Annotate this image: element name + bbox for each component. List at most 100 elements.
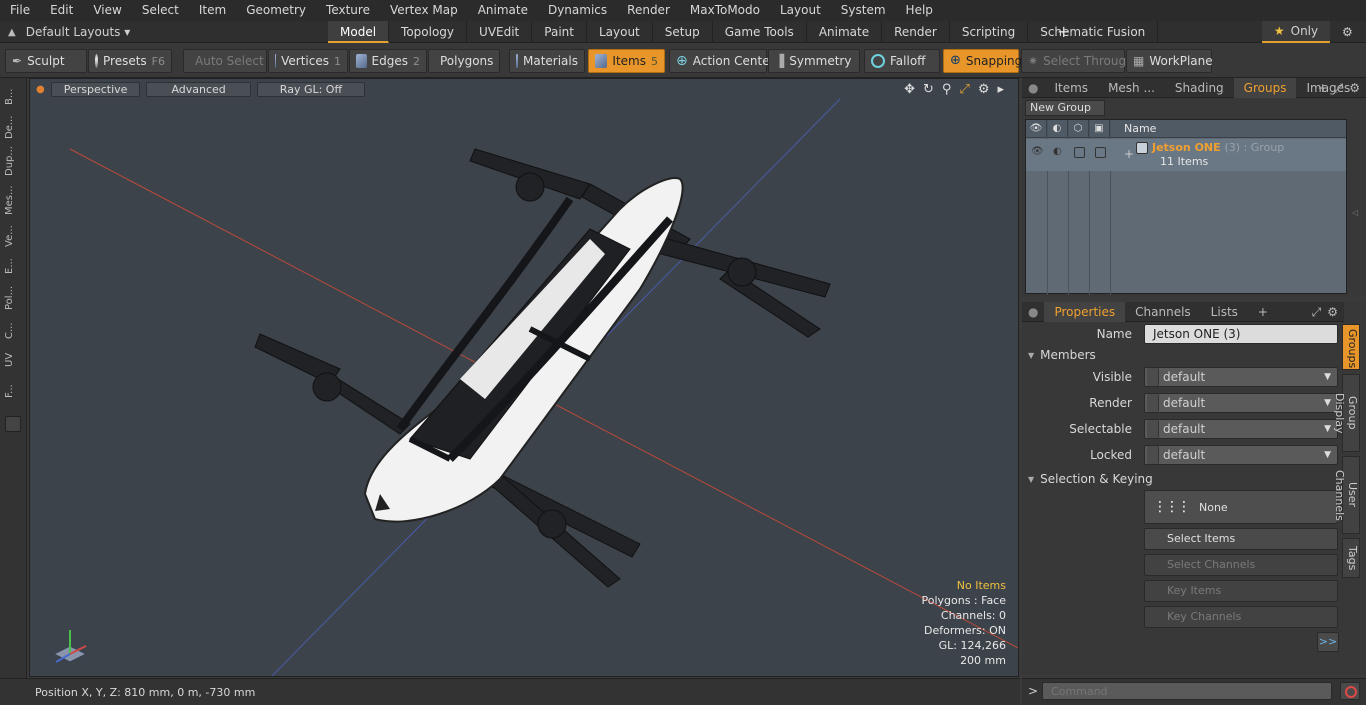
none-button[interactable]: ⋮⋮⋮ None (1144, 490, 1338, 524)
tab-topology[interactable]: Topology (389, 21, 468, 43)
gear-icon[interactable]: ⚙ (1342, 21, 1353, 43)
vtab-user-channels[interactable]: User Channels (1333, 456, 1360, 534)
strip-tab-basic[interactable]: B... (4, 84, 22, 110)
3d-viewport[interactable]: ● Perspective Advanced Ray GL: Off ✥ ↻ ⚲… (29, 78, 1019, 677)
strip-tab-deform[interactable]: De... (4, 112, 22, 142)
menu-system[interactable]: System (831, 0, 896, 21)
tab-game-tools[interactable]: Game Tools (713, 21, 807, 43)
symmetry-button[interactable]: ▐ Symmetry (768, 49, 860, 73)
props-expand-icon[interactable]: ⤢ (1312, 302, 1322, 322)
tab-mesh[interactable]: Mesh ... (1098, 78, 1165, 98)
menu-file[interactable]: File (0, 0, 40, 21)
selection-keying-section[interactable]: ▼ Selection & Keying (1028, 472, 1153, 486)
members-section[interactable]: ▼ Members (1028, 348, 1096, 362)
tab-schematic-fusion[interactable]: Schematic Fusion (1028, 21, 1159, 43)
view-mode-button[interactable]: Perspective (50, 81, 141, 97)
props-gear-icon[interactable]: ⚙ (1327, 302, 1338, 322)
tab-render[interactable]: Render (882, 21, 950, 43)
key-channels-button[interactable]: Key Channels (1144, 606, 1338, 628)
select-items-button[interactable]: Select Items (1144, 528, 1338, 550)
tab-paint[interactable]: Paint (532, 21, 587, 43)
auto-select-button[interactable]: Auto Select (183, 49, 267, 73)
snapping-button[interactable]: ⊕ Snapping (943, 49, 1022, 73)
workplane-button[interactable]: ▦ WorkPlane (1126, 49, 1213, 73)
vtab-group-display[interactable]: Group Display (1333, 374, 1360, 452)
viewport-gear-icon[interactable]: ⚙ (978, 82, 990, 97)
tab-lists[interactable]: Lists (1201, 302, 1248, 322)
scroll-handle-icon[interactable]: ◁ (1352, 208, 1358, 217)
add-tab-button[interactable]: + (1057, 21, 1070, 43)
row-render-icon[interactable]: ◐ (1053, 146, 1062, 157)
only-button[interactable]: ★ Only (1262, 21, 1330, 43)
raygl-button[interactable]: Ray GL: Off (256, 81, 366, 97)
command-arrow-icon[interactable]: > (1028, 684, 1038, 698)
vtab-tags[interactable]: Tags (1342, 538, 1360, 578)
tab-properties[interactable]: Properties (1044, 301, 1126, 322)
add-tab-icon[interactable]: + (1318, 78, 1328, 98)
strip-tab-fusion[interactable]: F... (4, 376, 22, 406)
menu-edit[interactable]: Edit (40, 0, 83, 21)
falloff-button[interactable]: Falloff (864, 49, 940, 73)
props-add-tab-icon[interactable]: + (1248, 302, 1278, 322)
viewport-expand-icon[interactable]: ▸ (997, 82, 1004, 97)
rotate-icon[interactable]: ↻ (923, 82, 934, 97)
strip-toggle-icon[interactable] (5, 416, 21, 432)
expand-icon[interactable]: ⤢ (1334, 78, 1344, 98)
more-button[interactable]: >> (1317, 632, 1339, 652)
zoom-icon[interactable]: ⚲ (942, 82, 952, 97)
visible-dropdown[interactable]: default ▼ (1144, 367, 1338, 387)
menu-vertex-map[interactable]: Vertex Map (380, 0, 468, 21)
vtab-groups[interactable]: Groups (1342, 324, 1360, 370)
record-icon[interactable] (1340, 682, 1360, 700)
menu-select[interactable]: Select (132, 0, 189, 21)
name-field[interactable]: Jetson ONE (3) (1144, 324, 1338, 344)
vertices-button[interactable]: Vertices 1 (268, 49, 348, 73)
menu-view[interactable]: View (83, 0, 131, 21)
tab-uvedit[interactable]: UVEdit (467, 21, 533, 43)
strip-tab-curve[interactable]: C... (4, 318, 22, 344)
render-dropdown[interactable]: default ▼ (1144, 393, 1338, 413)
tab-shading[interactable]: Shading (1165, 78, 1234, 98)
row-visible-icon[interactable]: 👁 (1031, 146, 1044, 157)
viewport-menu-dot-icon[interactable]: ● (36, 84, 45, 95)
props-menu-dot-icon[interactable]: ● (1022, 302, 1044, 322)
strip-tab-polygon[interactable]: Pol... (4, 282, 22, 314)
fit-view-icon[interactable]: ⤢ (959, 82, 969, 97)
strip-tab-edge[interactable]: E... (4, 254, 22, 278)
tab-groups[interactable]: Groups (1233, 77, 1297, 98)
group-row[interactable]: 👁 ◐ + Jetson ONE (3) : Group 11 Items (1026, 139, 1346, 171)
tab-scripting[interactable]: Scripting (950, 21, 1029, 43)
strip-tab-uv[interactable]: UV (4, 348, 22, 372)
key-items-button[interactable]: Key Items (1144, 580, 1338, 602)
menu-maxtomodo[interactable]: MaxToModo (680, 0, 770, 21)
select-channels-button[interactable]: Select Channels (1144, 554, 1338, 576)
layout-selector[interactable]: ▲ Default Layouts ▾ (8, 21, 130, 43)
menu-layout[interactable]: Layout (770, 0, 831, 21)
expand-row-icon[interactable]: + (1124, 147, 1134, 161)
row-lock-checkbox[interactable] (1095, 147, 1106, 158)
row-select-checkbox[interactable] (1074, 147, 1085, 158)
sculpt-button[interactable]: ✒ Sculpt (5, 49, 87, 73)
items-button[interactable]: Items 5 (588, 49, 665, 73)
materials-button[interactable]: Materials (509, 49, 585, 73)
menu-render[interactable]: Render (617, 0, 680, 21)
strip-tab-vertex[interactable]: Ve... (4, 222, 22, 250)
scene-canvas[interactable] (30, 79, 1019, 677)
tab-items[interactable]: Items (1044, 78, 1098, 98)
menu-item[interactable]: Item (189, 0, 236, 21)
shading-mode-button[interactable]: Advanced (146, 81, 251, 97)
locked-dropdown[interactable]: default ▼ (1144, 445, 1338, 465)
panel-gear-icon[interactable]: ⚙ (1349, 78, 1360, 98)
select-through-button[interactable]: ✷ Select Through (1021, 49, 1134, 73)
tab-model[interactable]: Model (328, 21, 390, 43)
action-center-button[interactable]: ⊕ Action Center (669, 49, 775, 73)
new-group-button[interactable]: New Group (1025, 100, 1105, 116)
command-input[interactable] (1042, 682, 1332, 700)
menu-dynamics[interactable]: Dynamics (538, 0, 617, 21)
tab-setup[interactable]: Setup (653, 21, 713, 43)
pan-icon[interactable]: ✥ (904, 82, 915, 97)
tab-layout[interactable]: Layout (587, 21, 653, 43)
polygons-button[interactable]: Polygons (428, 49, 500, 73)
strip-tab-duplicate[interactable]: Dup... (4, 144, 22, 178)
edges-button[interactable]: Edges 2 (349, 49, 427, 73)
